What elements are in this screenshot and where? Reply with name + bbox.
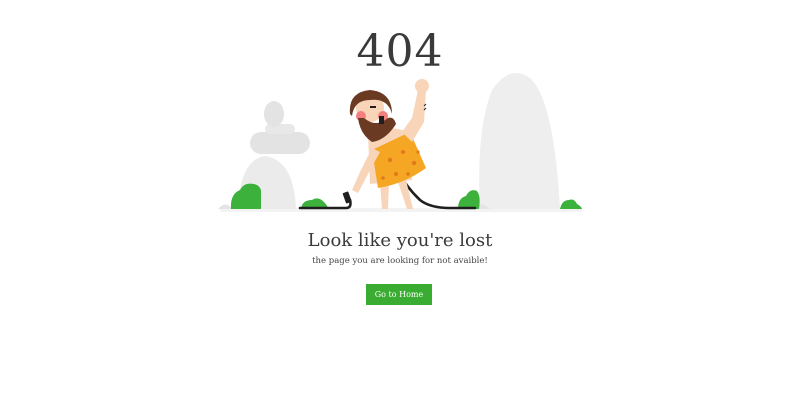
go-to-home-button[interactable]: Go to Home <box>366 284 432 305</box>
stone-stack-icon <box>218 101 310 209</box>
error-page: 404 Look like you're lost the page you a… <box>0 0 800 420</box>
caveman-unplugged-cable-icon <box>218 73 582 212</box>
rock-icon <box>476 73 560 209</box>
error-title: Look like you're lost <box>307 230 493 251</box>
caveman-icon <box>349 79 429 209</box>
error-message: the page you are looking for not avaible… <box>312 256 488 266</box>
